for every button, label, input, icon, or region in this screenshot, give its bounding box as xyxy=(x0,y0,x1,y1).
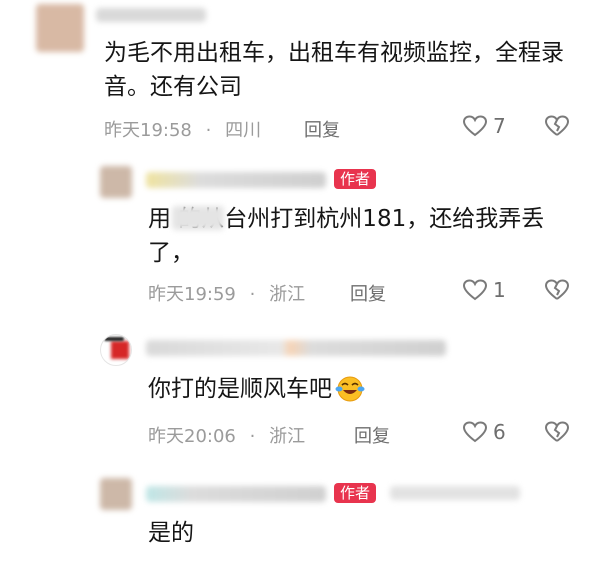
broken-heart-icon xyxy=(544,278,570,302)
author-badge: 作者 xyxy=(334,169,377,189)
heart-outline-icon xyxy=(462,278,488,302)
heart-outline-icon xyxy=(462,114,488,138)
like-button[interactable]: 1 xyxy=(462,278,506,302)
meta-separator: · xyxy=(249,284,256,305)
comment-meta: 昨天19:58 · 四川 xyxy=(104,116,261,142)
author-badge: 作者 xyxy=(334,483,377,503)
username[interactable] xyxy=(146,172,326,188)
username[interactable] xyxy=(146,486,326,502)
reply-button[interactable]: 回复 xyxy=(350,280,386,306)
broken-heart-icon xyxy=(544,420,570,444)
comment-time: 昨天19:58 xyxy=(104,120,192,141)
comment-meta: 昨天19:59 · 浙江 xyxy=(148,280,305,306)
laughing-tears-emoji xyxy=(335,374,365,404)
avatar[interactable] xyxy=(100,478,132,510)
comment-location: 浙江 xyxy=(269,284,306,305)
comment-location: 浙江 xyxy=(269,426,306,447)
avatar[interactable] xyxy=(36,4,84,52)
meta-separator: · xyxy=(205,120,212,141)
like-button[interactable]: 7 xyxy=(462,114,506,138)
comment-time: 昨天20:06 xyxy=(148,426,236,447)
comment-text: 为毛不用出租车，出租车有视频监控，全程录音。还有公司 xyxy=(104,40,564,100)
like-count: 6 xyxy=(493,420,506,444)
dislike-button[interactable] xyxy=(544,114,570,138)
dislike-button[interactable] xyxy=(544,278,570,302)
username[interactable] xyxy=(146,340,446,356)
username[interactable] xyxy=(96,8,206,22)
redacted-text xyxy=(172,206,224,230)
reply-button[interactable]: 回复 xyxy=(354,422,390,448)
like-count: 1 xyxy=(493,278,506,302)
avatar[interactable] xyxy=(100,166,132,198)
meta-separator: · xyxy=(249,426,256,447)
reply-button[interactable]: 回复 xyxy=(304,116,340,142)
dislike-button[interactable] xyxy=(544,420,570,444)
like-button[interactable]: 6 xyxy=(462,420,506,444)
avatar[interactable] xyxy=(100,334,132,366)
comment-text: 你打的是顺风车吧 xyxy=(148,372,365,406)
username-extra xyxy=(390,486,520,500)
comment-meta: 昨天20:06 · 浙江 xyxy=(148,422,305,448)
comment-location: 四川 xyxy=(225,120,262,141)
comment-body: 你打的是顺风车吧 xyxy=(148,376,332,402)
comment-time: 昨天19:59 xyxy=(148,284,236,305)
comment-text: 是的 xyxy=(148,520,194,546)
heart-outline-icon xyxy=(462,420,488,444)
like-count: 7 xyxy=(493,114,506,138)
broken-heart-icon xyxy=(544,114,570,138)
